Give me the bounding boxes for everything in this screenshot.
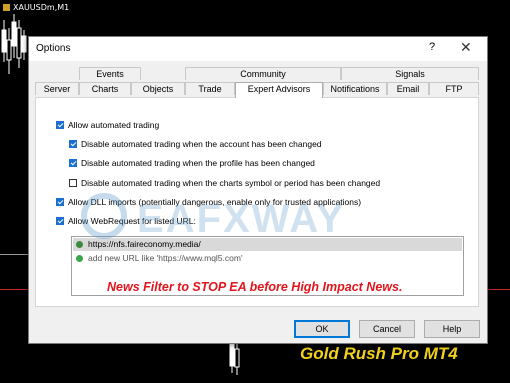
tab-notifications[interactable]: Notifications xyxy=(323,82,387,95)
tab-objects[interactable]: Objects xyxy=(131,82,185,95)
help-icon[interactable]: ? xyxy=(429,41,435,53)
tab-server[interactable]: Server xyxy=(35,82,79,95)
add-icon xyxy=(76,255,83,262)
tab-trade[interactable]: Trade xyxy=(185,82,235,95)
option-allow-automated-trading[interactable]: Allow automated trading xyxy=(56,120,159,130)
option-disable-profile-change[interactable]: Disable automated trading when the profi… xyxy=(69,158,315,168)
tab-signals[interactable]: Signals xyxy=(341,67,479,80)
option-label: Allow WebRequest for listed URL: xyxy=(68,216,196,226)
cancel-button[interactable]: Cancel xyxy=(359,320,415,338)
checkbox[interactable] xyxy=(69,140,77,148)
expert-advisors-panel: Allow automated trading Disable automate… xyxy=(35,97,479,307)
add-url-row[interactable]: add new URL like 'https://www.mql5.com' xyxy=(73,252,462,265)
ok-button[interactable]: OK xyxy=(294,320,350,338)
option-label: Disable automated trading when the chart… xyxy=(81,178,381,188)
tab-expert-advisors[interactable]: Expert Advisors xyxy=(235,82,323,98)
tab-email[interactable]: Email xyxy=(387,82,429,95)
tab-ftp[interactable]: FTP xyxy=(429,82,479,95)
option-disable-symbol-change[interactable]: Disable automated trading when the chart… xyxy=(69,178,380,188)
help-button[interactable]: Help xyxy=(424,320,480,338)
url-list-item[interactable]: https://nfs.faireconomy.media/ xyxy=(73,238,462,251)
option-allow-webrequest[interactable]: Allow WebRequest for listed URL: xyxy=(56,216,196,226)
tab-community[interactable]: Community xyxy=(185,67,341,80)
tab-events[interactable]: Events xyxy=(79,67,141,80)
checkbox[interactable] xyxy=(69,159,77,167)
product-watermark: Gold Rush Pro MT4 xyxy=(300,344,458,363)
checkbox[interactable] xyxy=(56,121,64,129)
checkbox[interactable] xyxy=(69,179,77,187)
annotation-text: News Filter to STOP EA before High Impac… xyxy=(107,280,403,294)
add-url-text: add new URL like 'https://www.mql5.com' xyxy=(88,253,243,263)
option-allow-dll-imports[interactable]: Allow DLL imports (potentially dangerous… xyxy=(56,197,361,207)
tab-strip: Events Community Signals Server Charts O… xyxy=(35,67,479,99)
options-dialog: Options ? ✕ Events Community Signals Ser… xyxy=(28,36,488,344)
close-icon[interactable]: ✕ xyxy=(460,39,472,56)
globe-icon xyxy=(76,241,83,248)
tab-charts[interactable]: Charts xyxy=(79,82,131,95)
bid-line xyxy=(0,254,30,255)
option-label: Allow DLL imports (potentially dangerous… xyxy=(68,197,362,207)
dialog-titlebar[interactable]: Options ? ✕ xyxy=(29,37,487,61)
url-text: https://nfs.faireconomy.media/ xyxy=(88,239,201,249)
option-disable-account-change[interactable]: Disable automated trading when the accou… xyxy=(69,139,322,149)
option-label: Disable automated trading when the accou… xyxy=(81,139,322,149)
checkbox[interactable] xyxy=(56,198,64,206)
dialog-title: Options xyxy=(36,43,71,54)
checkbox[interactable] xyxy=(56,217,64,225)
option-label: Disable automated trading when the profi… xyxy=(81,158,315,168)
option-label: Allow automated trading xyxy=(68,120,160,130)
